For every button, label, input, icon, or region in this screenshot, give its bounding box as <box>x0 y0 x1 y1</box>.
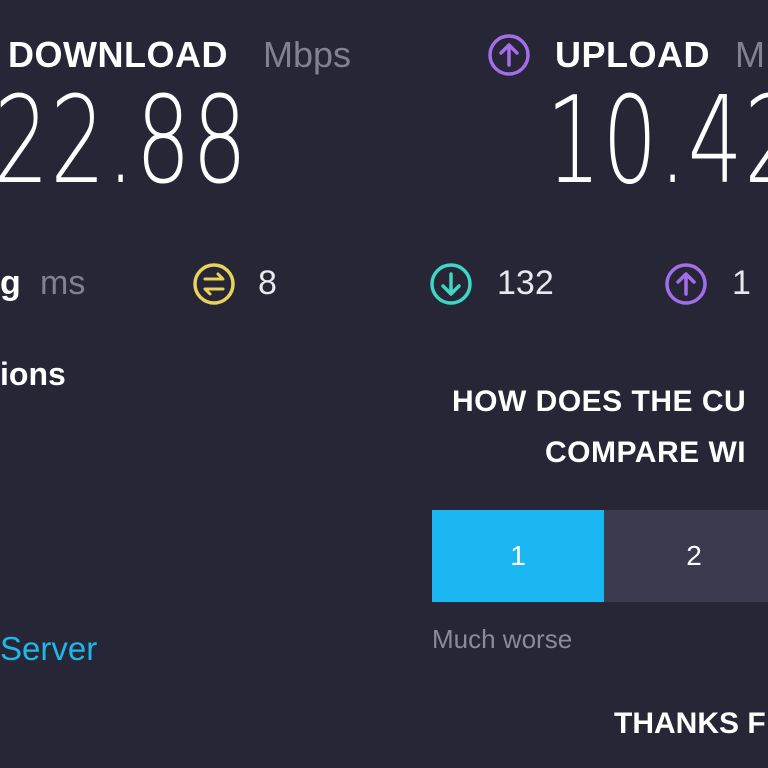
upload-unit: M <box>735 34 765 75</box>
thanks-message: THANKS F <box>614 707 766 740</box>
download-value: 22.88 <box>0 72 249 211</box>
upload-title: UPLOAD <box>555 34 710 75</box>
rating-option-2[interactable]: 2 <box>604 510 768 602</box>
jitter-icon <box>192 262 236 306</box>
survey-question-line1: HOW DOES THE CU <box>452 385 747 418</box>
download-title: DOWNLOAD <box>8 34 228 75</box>
ping-label: g <box>0 264 21 302</box>
rating-low-hint: Much worse <box>432 624 573 654</box>
change-server-link[interactable]: Server <box>0 630 97 668</box>
rating-option-1[interactable]: 1 <box>432 510 604 602</box>
upload-value: 10.42 <box>546 72 768 211</box>
upload-icon <box>487 33 531 77</box>
download-latency-value: 132 <box>497 264 554 302</box>
upload-latency-value: 1 <box>732 264 751 302</box>
download-unit: Mbps <box>263 34 352 75</box>
download-latency-icon <box>429 262 473 306</box>
survey-question-line2: COMPARE WI <box>545 436 747 469</box>
upload-latency-icon <box>664 262 708 306</box>
section-title: ions <box>0 356 66 392</box>
ping-unit: ms <box>40 264 86 302</box>
jitter-value: 8 <box>258 264 277 302</box>
